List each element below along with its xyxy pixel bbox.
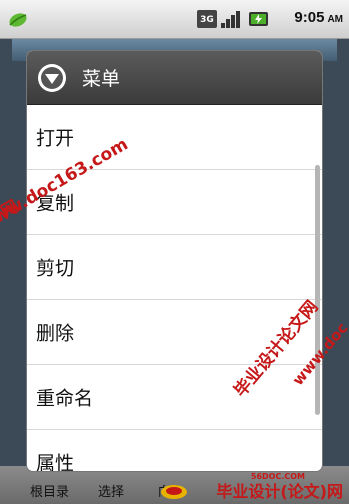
- status-bar: 3G 9:05 AM: [0, 0, 349, 39]
- menu-item-label: 删除: [36, 322, 75, 345]
- menu-dialog: 菜单 打开 复制 剪切 删除 重命名 属性: [27, 51, 322, 471]
- brand-logo-icon: [161, 485, 187, 499]
- menu-item-cut[interactable]: 剪切: [27, 235, 322, 300]
- notification-leaf-icon: [9, 13, 27, 27]
- clock: 9:05 AM: [294, 9, 343, 26]
- menu-item-open[interactable]: 打开: [27, 105, 322, 170]
- menu-item-label: 重命名: [36, 387, 94, 410]
- menu-item-label: 剪切: [36, 257, 75, 280]
- menu-item-properties[interactable]: 属性: [27, 430, 322, 472]
- menu-list: 打开 复制 剪切 删除 重命名 属性: [27, 105, 322, 471]
- menu-item-label: 属性: [36, 452, 75, 472]
- select-button[interactable]: 选择: [98, 481, 124, 500]
- watermark-brand: 毕业设计(论文)网: [216, 482, 343, 501]
- dialog-header: 菜单: [27, 51, 322, 105]
- scrollbar[interactable]: [315, 165, 320, 415]
- battery-charging-icon: [249, 12, 268, 26]
- menu-item-rename[interactable]: 重命名: [27, 365, 322, 430]
- svg-text:3G: 3G: [200, 15, 214, 25]
- signal-strength-icon: [221, 11, 240, 28]
- root-dir-button[interactable]: 根目录: [30, 481, 69, 500]
- dialog-title: 菜单: [82, 68, 121, 90]
- 3g-network-icon: 3G: [197, 10, 217, 28]
- menu-item-label: 打开: [36, 127, 75, 150]
- dropdown-circle-icon: [38, 64, 66, 92]
